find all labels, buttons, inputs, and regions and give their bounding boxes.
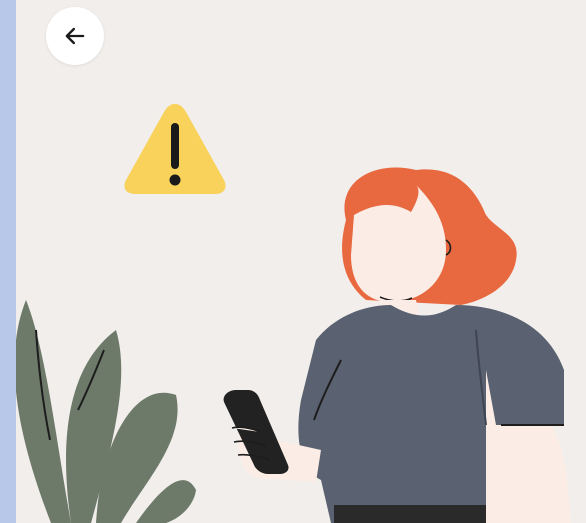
back-button[interactable] (46, 7, 104, 65)
warning-triangle-icon (124, 104, 226, 194)
illustration (16, 167, 571, 523)
screen (16, 0, 586, 523)
arrow-left-icon (65, 27, 85, 45)
person-illustration (223, 167, 571, 523)
plant-illustration (16, 300, 196, 523)
